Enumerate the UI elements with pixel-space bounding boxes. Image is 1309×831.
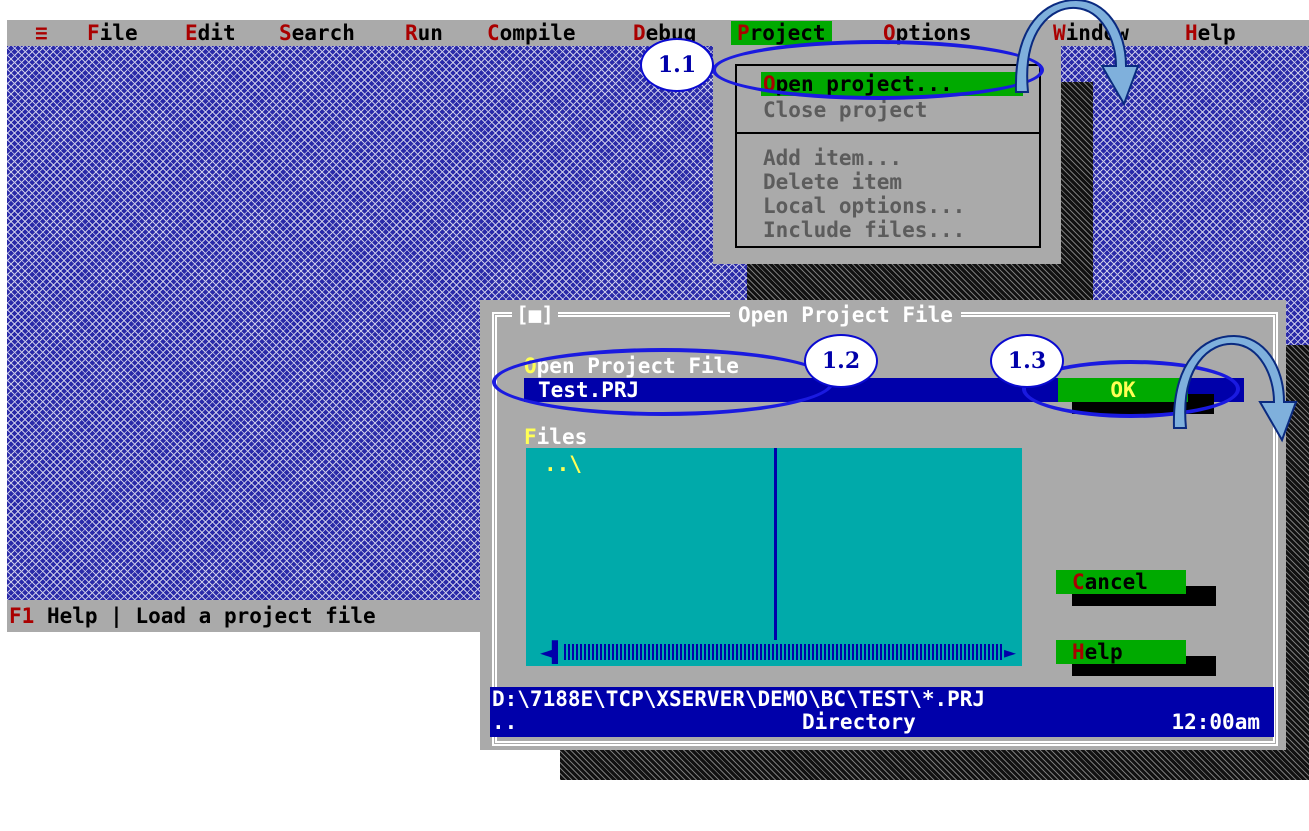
info-type: Directory	[802, 710, 916, 734]
status-text: F1 Help | Load a project file	[9, 604, 376, 628]
horizontal-scrollbar[interactable]: ◄▌ ►	[540, 640, 1016, 664]
highlight-ring-open-project	[712, 40, 1044, 100]
menu-item-delete-item: Delete item	[763, 170, 903, 194]
files-listbox[interactable]: ..\ ◄▌ ►	[526, 448, 1022, 666]
menu-search[interactable]: Search	[279, 21, 355, 45]
info-time: 12:00am	[1171, 710, 1260, 734]
menu-separator	[737, 132, 1039, 134]
callout-step-1-3: 1.3	[990, 334, 1064, 388]
status-message: Load a project file	[135, 604, 376, 628]
scroll-right-arrow-icon[interactable]: ►	[1003, 640, 1016, 664]
menu-compile[interactable]: Compile	[487, 21, 576, 45]
menu-item-include-files: Include files...	[763, 218, 966, 242]
status-separator: |	[97, 604, 136, 628]
column-divider	[774, 448, 777, 640]
files-label: Files	[524, 425, 588, 449]
menu-run[interactable]: Run	[405, 21, 443, 45]
callout-step-1-1: 1.1	[640, 38, 714, 92]
menu-item-local-options: Local options...	[763, 194, 966, 218]
help-button[interactable]: Help	[1056, 640, 1186, 664]
dialog-title: Open Project File	[730, 303, 961, 327]
scroll-left-arrow-icon[interactable]: ◄▌	[540, 640, 565, 664]
info-entry: ..	[492, 710, 518, 734]
cancel-button[interactable]: Cancel	[1056, 570, 1186, 594]
highlight-ring-filename	[492, 348, 834, 416]
menu-item-close-project: Close project	[763, 98, 928, 122]
curved-arrow-icon-2	[1172, 334, 1298, 443]
status-key-f1[interactable]: F1	[9, 604, 34, 628]
curved-arrow-icon-1	[1014, 0, 1140, 107]
file-info-bar: D:\7188E\TCP\XSERVER\DEMO\BC\TEST\*.PRJ …	[490, 687, 1274, 737]
status-key-label: Help	[34, 604, 98, 628]
dialog-close-button[interactable]: [■]	[512, 303, 558, 327]
menu-file[interactable]: File	[87, 21, 138, 45]
info-path: D:\7188E\TCP\XSERVER\DEMO\BC\TEST\*.PRJ	[492, 687, 986, 711]
system-menu-icon[interactable]: ≡	[35, 21, 48, 45]
menu-item-add-item: Add item...	[763, 146, 903, 170]
menu-edit[interactable]: Edit	[185, 21, 236, 45]
callout-step-1-2: 1.2	[804, 334, 878, 388]
file-item-parent-dir[interactable]: ..\	[544, 452, 582, 476]
menu-help[interactable]: Help	[1185, 21, 1236, 45]
